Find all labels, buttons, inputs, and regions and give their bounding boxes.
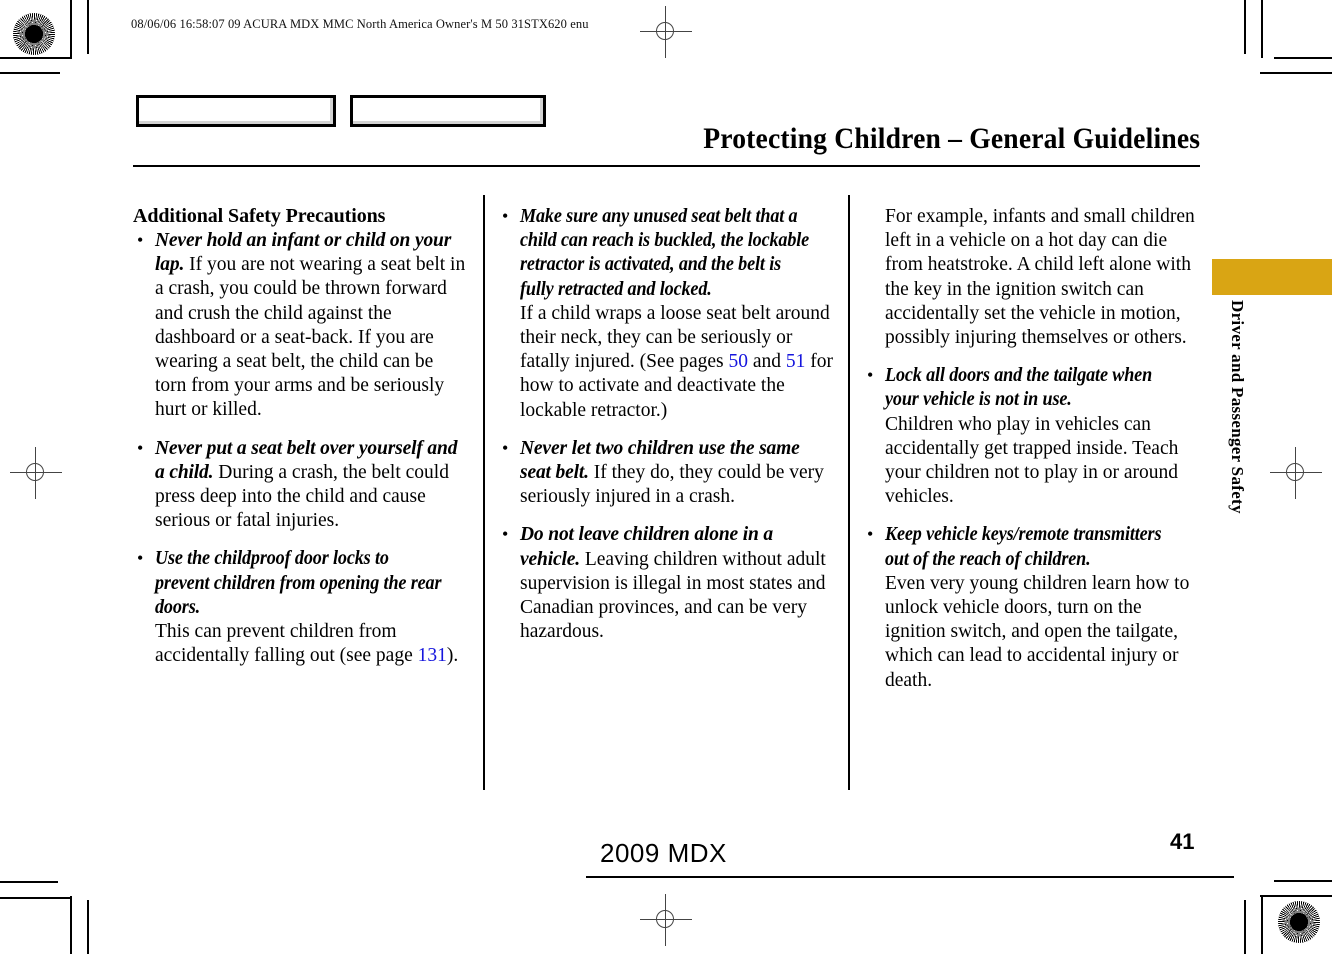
bullet-body-mid: and: [747, 351, 786, 373]
crop-mark-bottom-left-h: [0, 881, 58, 883]
crop-mark-bottom-right-v: [1261, 896, 1263, 954]
section-tab-label: Driver and Passenger Safety: [1228, 300, 1247, 514]
bullet-list-col2: Make sure any unused seat belt that a ch…: [498, 204, 833, 644]
list-item: Keep vehicle keys/remote transmitters ou…: [863, 522, 1198, 692]
column-2: Make sure any unused seat belt that a ch…: [498, 204, 833, 658]
intro-paragraph: For example, infants and small children …: [885, 206, 1195, 349]
bullet-lead: Keep vehicle keys/remote transmitters ou…: [885, 524, 1162, 570]
page-reference-link-2[interactable]: 51: [786, 351, 806, 372]
list-item: Use the childproof door locks to prevent…: [133, 546, 468, 668]
bullet-list-col3: Lock all doors and the tailgate when you…: [863, 363, 1198, 693]
registration-mark-left: [8, 445, 64, 501]
list-item: Lock all doors and the tailgate when you…: [863, 363, 1198, 509]
print-header-meta: 08/06/06 16:58:07 09 ACURA MDX MMC North…: [131, 17, 589, 31]
header-chip-left[interactable]: [136, 95, 336, 127]
bullet-body-tail: ).: [446, 645, 459, 667]
bullet-body: If you are not wearing a seat belt in a …: [155, 254, 466, 421]
crop-mark-bottom-right-h2: [1274, 880, 1332, 882]
column-divider-1: [483, 195, 485, 790]
page-reference-link[interactable]: 131: [418, 645, 447, 666]
section-tab-marker: [1212, 259, 1332, 295]
crop-mark-top-right-v2: [1244, 0, 1246, 54]
bullet-lead: Make sure any unused seat belt that a ch…: [520, 206, 810, 300]
list-item: Make sure any unused seat belt that a ch…: [498, 204, 833, 423]
crop-mark-top-left-v: [70, 0, 72, 58]
footer-page-number: 41: [1170, 829, 1195, 854]
column-3: For example, infants and small children …: [863, 205, 1198, 707]
crop-mark-bottom-left-v: [70, 896, 72, 954]
crop-mark-top-right-v: [1261, 0, 1263, 58]
title-divider-rule: [133, 165, 1200, 167]
bullet-lead: Use the childproof door locks to prevent…: [155, 548, 442, 618]
column-divider-2: [848, 195, 850, 790]
registration-mark-bottom: [638, 892, 694, 948]
bullet-list-col1: Never hold an infant or child on your la…: [133, 228, 468, 668]
crop-mark-top-left-v2: [87, 0, 89, 54]
header-chip-right[interactable]: [350, 95, 546, 127]
crop-mark-top-right-h: [1274, 57, 1332, 59]
footer-model-name: 2009 MDX: [600, 838, 727, 868]
crop-mark-bottom-right-h: [1260, 895, 1332, 897]
bullet-lead: Lock all doors and the tailgate when you…: [885, 365, 1153, 411]
crop-mark-bottom-right-v2: [1244, 900, 1246, 954]
content-columns: Additional Safety Precautions Never hold…: [133, 195, 1200, 805]
bullet-body: Children who play in vehicles can accide…: [885, 413, 1179, 508]
list-item: Never put a seat belt over yourself and …: [133, 436, 468, 534]
page-title: Protecting Children – General Guidelines: [702, 122, 1200, 155]
registration-mark-right: [1268, 445, 1324, 501]
list-item: Never let two children use the same seat…: [498, 436, 833, 510]
bullet-body: This can prevent children from accidenta…: [155, 621, 418, 667]
bullet-body: Even very young children learn how to un…: [885, 572, 1190, 691]
crop-mark-bottom-left-v2: [87, 900, 89, 954]
crop-mark-bottom-left-h2: [0, 897, 72, 899]
crop-mark-top-left-h: [0, 57, 72, 59]
footer-divider-rule: [586, 876, 1234, 878]
list-item: Never hold an infant or child on your la…: [133, 228, 468, 423]
crop-mark-top-right-h2: [1260, 72, 1332, 74]
registration-rosette-bottom-right: [1278, 901, 1320, 943]
crop-mark-top-left-h2: [0, 72, 60, 74]
column-1: Additional Safety Precautions Never hold…: [133, 205, 468, 682]
registration-rosette-top-left: [13, 13, 55, 55]
page-reference-link[interactable]: 50: [728, 351, 748, 372]
list-item: Do not leave children alone in a vehicle…: [498, 522, 833, 644]
section-heading: Additional Safety Precautions: [133, 205, 386, 227]
registration-mark-top: [638, 4, 694, 60]
